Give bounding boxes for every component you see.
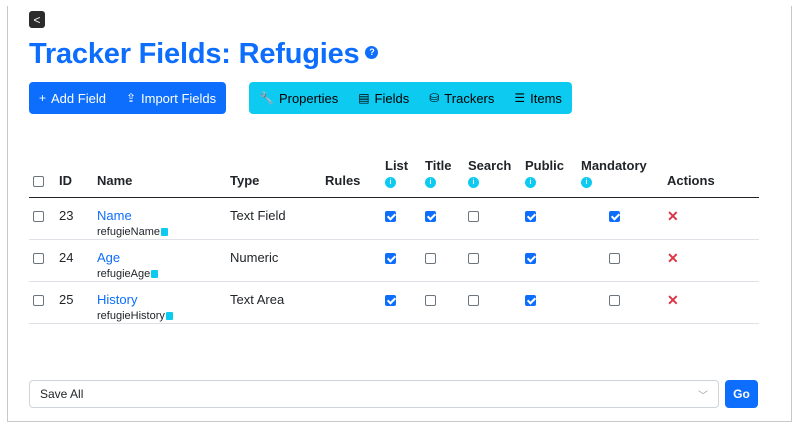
field-name-link[interactable]: History (97, 292, 222, 307)
field-rules (321, 281, 381, 324)
field-permname-text: refugieHistory (97, 310, 165, 322)
import-fields-button[interactable]: ⇪ Import Fields (116, 82, 226, 114)
list-checkbox[interactable] (385, 211, 396, 223)
field-permname: refugieAge (97, 268, 222, 280)
row-select-checkbox[interactable] (33, 211, 44, 223)
info-icon[interactable]: i (425, 177, 436, 188)
trackers-label: Trackers (444, 90, 495, 106)
col-name: Name (93, 158, 226, 198)
fields-button[interactable]: ▤ Fields (348, 82, 419, 114)
bulk-action-select[interactable]: Save All ﹀ (29, 380, 719, 408)
delete-icon[interactable]: ✕ (667, 208, 679, 224)
field-type: Text Field (226, 197, 321, 240)
info-icon[interactable]: i (525, 177, 536, 188)
col-type: Type (226, 158, 321, 198)
info-icon[interactable]: i (385, 177, 396, 188)
copy-icon[interactable] (165, 312, 173, 321)
properties-button[interactable]: 🔧 Properties (249, 82, 348, 114)
col-actions: Actions (663, 158, 759, 198)
field-name-link[interactable]: Name (97, 208, 222, 223)
info-icon[interactable]: i (581, 177, 592, 188)
col-list: List (385, 158, 409, 173)
field-id: 23 (55, 197, 93, 240)
chevron-down-icon: ﹀ (698, 391, 708, 402)
delete-icon[interactable]: ✕ (667, 250, 679, 266)
primary-toolbar: + Add Field ⇪ Import Fields (29, 82, 227, 114)
wrench-icon: 🔧 (259, 91, 274, 105)
table-row: 24 Age refugieAge Numeric ✕ (29, 239, 759, 282)
database-icon: ⛁ (429, 91, 440, 105)
row-select-checkbox[interactable] (33, 295, 44, 307)
list-checkbox[interactable] (385, 295, 396, 307)
table-header-row: ID Name Type Rules List i Title i Search i … (29, 158, 759, 198)
fields-table: ID Name Type Rules List i Title i Search i … (29, 158, 759, 324)
col-id: ID (55, 158, 93, 198)
items-button[interactable]: ☰ Items (504, 82, 572, 114)
back-button[interactable]: < (29, 11, 45, 28)
delete-icon[interactable]: ✕ (667, 292, 679, 308)
field-permname-text: refugieAge (97, 268, 151, 280)
list-checkbox[interactable] (385, 253, 396, 265)
row-select-checkbox[interactable] (33, 253, 44, 265)
search-checkbox[interactable] (468, 253, 479, 265)
field-permname-text: refugieName (97, 226, 160, 238)
import-icon: ⇪ (125, 91, 136, 105)
bulk-action-value: Save All (40, 387, 84, 401)
table-row: 25 History refugieHistory Text Area ✕ (29, 281, 759, 324)
properties-label: Properties (278, 90, 339, 106)
plus-icon: + (39, 91, 47, 105)
field-rules (321, 239, 381, 282)
search-checkbox[interactable] (468, 211, 479, 223)
col-search: Search (468, 158, 512, 173)
field-id: 25 (55, 281, 93, 324)
trackers-button[interactable]: ⛁ Trackers (419, 82, 504, 114)
field-name-link[interactable]: Age (97, 250, 222, 265)
items-label: Items (530, 90, 562, 106)
col-title: Title (425, 158, 452, 173)
search-checkbox[interactable] (468, 295, 479, 307)
field-type: Text Area (226, 281, 321, 324)
title-checkbox[interactable] (425, 211, 436, 223)
list-icon: ☰ (514, 91, 526, 105)
title-checkbox[interactable] (425, 295, 436, 307)
table-icon: ▤ (358, 91, 370, 105)
add-field-button[interactable]: + Add Field (29, 82, 116, 114)
field-rules (321, 197, 381, 240)
public-checkbox[interactable] (525, 253, 536, 265)
select-all-checkbox[interactable] (33, 176, 44, 188)
info-icon[interactable]: i (468, 177, 479, 188)
page-title-text: Tracker Fields: Refugies (29, 38, 360, 70)
add-field-label: Add Field (51, 90, 106, 106)
field-type: Numeric (226, 239, 321, 282)
field-permname: refugieHistory (97, 310, 222, 322)
copy-icon[interactable] (160, 228, 168, 237)
public-checkbox[interactable] (525, 211, 536, 223)
col-mandatory: Mandatory (581, 158, 647, 173)
chevron-left-icon: < (33, 12, 41, 27)
mandatory-checkbox[interactable] (609, 211, 620, 223)
import-fields-label: Import Fields (141, 90, 217, 106)
col-public: Public (525, 158, 565, 173)
field-permname: refugieName (97, 226, 222, 238)
secondary-toolbar: 🔧 Properties ▤ Fields ⛁ Trackers ☰ Items (249, 82, 572, 114)
field-id: 24 (55, 239, 93, 282)
help-icon[interactable]: ? (365, 45, 379, 59)
go-button[interactable]: Go (725, 380, 758, 408)
mandatory-checkbox[interactable] (609, 253, 620, 265)
public-checkbox[interactable] (525, 295, 536, 307)
copy-icon[interactable] (151, 270, 159, 279)
page-title: Tracker Fields: Refugies? (29, 38, 379, 71)
fields-label: Fields (374, 90, 410, 106)
col-rules: Rules (321, 158, 381, 198)
title-checkbox[interactable] (425, 253, 436, 265)
table-row: 23 Name refugieName Text Field ✕ (29, 197, 759, 240)
mandatory-checkbox[interactable] (609, 295, 620, 307)
